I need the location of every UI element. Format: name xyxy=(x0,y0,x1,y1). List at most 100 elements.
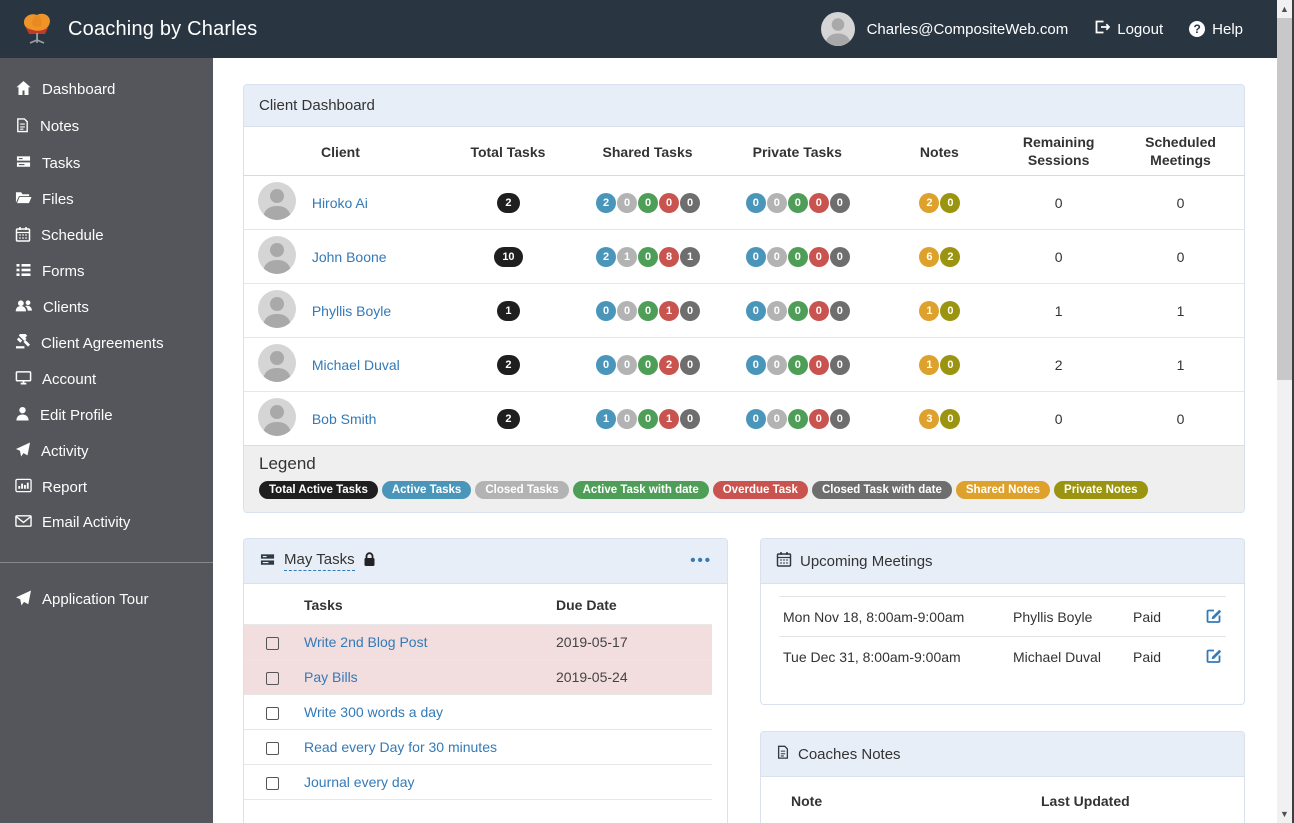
task-due-date: 2019-05-17 xyxy=(556,634,628,650)
legend-closed-tasks: Closed Tasks xyxy=(475,481,569,500)
edit-meeting-icon[interactable] xyxy=(1206,649,1222,666)
task-link[interactable]: Pay Bills xyxy=(304,669,358,685)
edit-meeting-icon[interactable] xyxy=(1206,609,1222,626)
overdue-tasks-badge: 1 xyxy=(659,408,680,429)
task-link[interactable]: Write 2nd Blog Post xyxy=(304,634,427,650)
scroll-down-arrow[interactable]: ▼ xyxy=(1277,806,1292,822)
closed-tasks-badge: 0 xyxy=(766,408,787,429)
sidebar-item-report[interactable]: Report xyxy=(0,469,213,505)
client-name-link[interactable]: Hiroko Ai xyxy=(312,195,368,211)
legend-title: Legend xyxy=(259,454,316,474)
task-row: Write 2nd Blog Post 2019-05-17 xyxy=(244,624,712,660)
client-name-link[interactable]: Phyllis Boyle xyxy=(312,303,391,319)
sidebar-item-tasks[interactable]: Tasks xyxy=(0,145,213,181)
task-checkbox[interactable] xyxy=(266,636,279,650)
active-date-tasks-badge: 0 xyxy=(638,354,659,375)
active-tasks-badge: 2 xyxy=(596,192,617,213)
closed-tasks-badge: 0 xyxy=(617,300,638,321)
sidebar-item-forms[interactable]: Forms xyxy=(0,254,213,289)
active-date-tasks-badge: 0 xyxy=(787,354,808,375)
user-icon xyxy=(15,406,30,425)
col-tasks: Tasks xyxy=(304,597,343,613)
col-scheduled-meetings: Scheduled Meetings xyxy=(1117,127,1244,177)
sidebar-item-edit-profile[interactable]: Edit Profile xyxy=(0,397,213,433)
active-tasks-badge: 0 xyxy=(745,192,766,213)
total-tasks-badge: 2 xyxy=(497,192,520,213)
legend-shared-notes: Shared Notes xyxy=(955,481,1051,500)
closed-tasks-badge: 0 xyxy=(617,354,638,375)
upcoming-meetings-panel: Upcoming Meetings Mon Nov 18, 8:00am-9:0… xyxy=(760,538,1245,705)
may-tasks-header: May Tasks ••• xyxy=(244,539,727,584)
scheduled-meetings-value: 1 xyxy=(1117,337,1244,392)
meeting-time: Mon Nov 18, 8:00am-9:00am xyxy=(779,596,1009,637)
scheduled-meetings-value: 0 xyxy=(1117,391,1244,446)
panel-title: Coaches Notes xyxy=(798,745,901,763)
col-client: Client xyxy=(244,127,437,177)
col-notes: Notes xyxy=(878,127,1001,177)
scroll-up-arrow[interactable]: ▲ xyxy=(1277,1,1292,17)
lock-icon xyxy=(363,551,376,571)
calendar-icon xyxy=(776,551,792,571)
sidebar-item-clients[interactable]: Clients xyxy=(0,289,213,325)
client-dashboard-table: Client Total Tasks Shared Tasks Private … xyxy=(244,127,1244,446)
client-name-link[interactable]: Bob Smith xyxy=(312,411,377,427)
user-menu[interactable]: Charles@CompositeWeb.com xyxy=(820,12,1069,46)
closed-date-tasks-badge: 0 xyxy=(829,300,850,321)
bar-chart-icon xyxy=(15,478,32,497)
total-tasks-badge: 2 xyxy=(497,354,520,375)
closed-date-tasks-badge: 0 xyxy=(680,408,701,429)
table-header-row: Note Last Updated xyxy=(779,777,1226,819)
logout-button[interactable]: Logout xyxy=(1094,19,1163,39)
active-date-tasks-badge: 0 xyxy=(787,300,808,321)
scrollbar-thumb[interactable] xyxy=(1277,18,1292,380)
task-link[interactable]: Read every Day for 30 minutes xyxy=(304,739,497,755)
task-checkbox[interactable] xyxy=(266,671,279,685)
avatar xyxy=(257,236,296,275)
sidebar-item-dashboard[interactable]: Dashboard xyxy=(0,71,213,108)
task-checkbox[interactable] xyxy=(266,776,279,790)
table-row: Hiroko Ai 2 20000 00000 20 0 0 xyxy=(244,176,1244,230)
active-tasks-badge: 0 xyxy=(745,300,766,321)
panel-title[interactable]: May Tasks xyxy=(284,551,355,571)
coaches-notes-table: Note Last Updated xyxy=(779,777,1226,819)
page-scrollbar[interactable]: ▲ ▼ xyxy=(1277,0,1294,823)
panel-menu-button[interactable]: ••• xyxy=(690,553,712,568)
file-icon xyxy=(776,744,790,764)
sidebar-item-email-activity[interactable]: Email Activity xyxy=(0,505,213,540)
col-shared-tasks: Shared Tasks xyxy=(579,127,717,177)
remaining-sessions-value: 2 xyxy=(1000,337,1118,392)
overdue-tasks-badge: 0 xyxy=(808,408,829,429)
sidebar-item-client-agreements[interactable]: Client Agreements xyxy=(0,325,213,361)
private-notes-badge: 2 xyxy=(940,246,961,267)
task-link[interactable]: Journal every day xyxy=(304,774,415,790)
remaining-sessions-value: 0 xyxy=(1054,194,1063,211)
sidebar-item-account[interactable]: Account xyxy=(0,361,213,397)
closed-tasks-badge: 1 xyxy=(617,246,638,267)
avatar xyxy=(257,182,296,221)
help-button[interactable]: ? Help xyxy=(1189,21,1243,38)
task-due-date: 2019-05-24 xyxy=(556,669,628,685)
total-tasks-badge: 10 xyxy=(494,246,523,267)
scheduled-meetings-value: 1 xyxy=(1117,283,1244,338)
meeting-status: Paid xyxy=(1129,596,1199,637)
sidebar-item-activity[interactable]: Activity xyxy=(0,433,213,469)
client-name-link[interactable]: John Boone xyxy=(312,249,387,265)
sidebar-divider xyxy=(0,562,213,563)
task-checkbox[interactable] xyxy=(266,741,279,755)
sidebar-item-notes[interactable]: Notes xyxy=(0,108,213,145)
meetings-table: Mon Nov 18, 8:00am-9:00am Phyllis Boyle … xyxy=(779,596,1226,676)
overdue-tasks-badge: 2 xyxy=(659,354,680,375)
sidebar-item-files[interactable]: Files xyxy=(0,181,213,217)
brand[interactable]: Coaching by Charles xyxy=(18,11,257,48)
task-checkbox[interactable] xyxy=(266,706,279,720)
paper-plane-icon xyxy=(15,590,32,610)
envelope-icon xyxy=(15,514,32,532)
user-email: Charles@CompositeWeb.com xyxy=(866,20,1069,38)
task-link[interactable]: Write 300 words a day xyxy=(304,704,443,720)
client-name-link[interactable]: Michael Duval xyxy=(312,357,400,373)
user-avatar xyxy=(820,12,855,46)
overdue-tasks-badge: 0 xyxy=(808,246,829,267)
sidebar-item-application-tour[interactable]: Application Tour xyxy=(0,581,213,618)
closed-tasks-badge: 0 xyxy=(617,408,638,429)
sidebar-item-schedule[interactable]: Schedule xyxy=(0,217,213,254)
